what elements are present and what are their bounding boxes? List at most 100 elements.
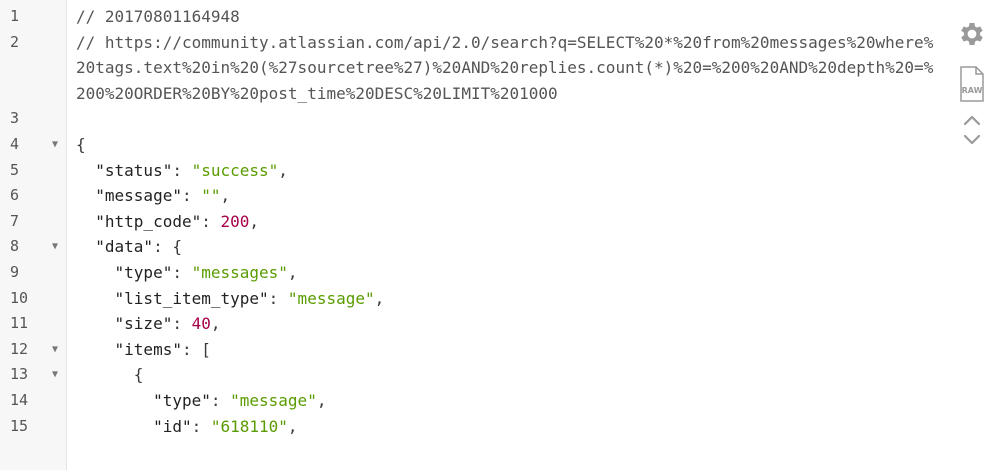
line-content: "status": "success",: [76, 158, 938, 184]
code-line: 15 "id": "618110",: [0, 414, 999, 440]
line-content: "type": "messages",: [76, 260, 938, 286]
code-line: 10 "list_item_type": "message",: [0, 286, 999, 312]
comment-text: // 20170801164948: [76, 7, 240, 26]
json-string: "": [201, 186, 221, 206]
scroll-up-button[interactable]: [957, 110, 987, 130]
json-string: "618110": [210, 416, 288, 436]
chevron-up-icon: [963, 115, 981, 126]
json-key: "list_item_type": [114, 288, 269, 308]
line-number: 8: [10, 237, 20, 256]
code-line: 7 "http_code": 200,: [0, 209, 999, 235]
json-punctuation: :: [172, 262, 192, 282]
line-number: 4: [10, 134, 20, 153]
line-content: {: [76, 362, 938, 388]
line-number: 6: [10, 186, 20, 205]
line-number: 12: [10, 339, 29, 358]
line-content: "data": {: [76, 234, 938, 260]
line-content: "id": "618110",: [76, 414, 938, 440]
json-punctuation: :: [201, 211, 221, 231]
fold-toggle-icon[interactable]: ▼: [48, 362, 62, 388]
line-content: "type": "message",: [76, 388, 938, 414]
line-content: {: [76, 132, 938, 158]
json-punctuation: ,: [374, 288, 385, 308]
line-number: 7: [10, 211, 20, 230]
json-punctuation: [76, 212, 95, 231]
json-key: "data": [95, 237, 154, 257]
json-number: 200: [220, 211, 250, 231]
code-line: 14 "type": "message",: [0, 388, 999, 414]
raw-label: RAW: [962, 86, 983, 95]
json-string: "message": [230, 390, 317, 410]
json-punctuation: [76, 263, 115, 282]
code-line: 6 "message": "",: [0, 183, 999, 209]
json-punctuation: ,: [316, 390, 327, 410]
line-content: "message": "",: [76, 183, 938, 209]
json-key: "type": [114, 262, 173, 282]
json-punctuation: ,: [278, 160, 288, 180]
json-key: "id": [153, 416, 192, 436]
json-punctuation: :: [210, 390, 231, 410]
json-key: "items": [114, 339, 182, 359]
json-string: "message": [287, 288, 375, 308]
json-key: "http_code": [95, 211, 202, 231]
code-area: 1 // 20170801164948 2 // https://community.…: [0, 4, 999, 439]
scroll-down-button[interactable]: [957, 130, 987, 150]
chevron-down-icon: [963, 134, 981, 145]
json-punctuation: [76, 161, 95, 180]
gear-icon: [961, 23, 983, 45]
code-line: 5 "status": "success",: [0, 158, 999, 184]
line-number: 14: [10, 390, 29, 409]
json-string: "success": [191, 160, 279, 180]
json-punctuation: {: [76, 134, 86, 154]
json-punctuation: [76, 237, 95, 256]
code-line: 3: [0, 106, 999, 132]
fold-toggle-icon[interactable]: ▼: [48, 132, 62, 158]
json-punctuation: [76, 391, 153, 410]
line-content: "items": [: [76, 337, 938, 363]
line-number: 2: [10, 32, 20, 51]
json-key: "status": [95, 160, 173, 180]
json-punctuation: :: [172, 160, 192, 180]
json-punctuation: ,: [287, 416, 298, 436]
json-string: "messages": [191, 262, 288, 282]
line-number: 13: [10, 365, 29, 384]
settings-button[interactable]: [957, 18, 987, 50]
json-punctuation: [76, 186, 95, 205]
line-number: 5: [10, 160, 20, 179]
json-key: "message": [95, 186, 182, 206]
comment-text: // https://community.atlassian.com/api/2…: [76, 32, 934, 103]
json-punctuation: ,: [249, 211, 260, 231]
raw-file-icon: RAW: [960, 66, 984, 102]
json-key: "type": [153, 390, 211, 410]
line-content: "size": 40,: [76, 311, 938, 337]
json-punctuation: [76, 417, 153, 436]
viewer-toolbar: RAW: [945, 14, 999, 154]
json-punctuation: ,: [287, 262, 298, 282]
json-number: 40: [191, 314, 211, 334]
code-line: 11 "size": 40,: [0, 311, 999, 337]
json-key: "size": [114, 314, 173, 334]
fold-toggle-icon[interactable]: ▼: [48, 234, 62, 260]
json-punctuation: {: [76, 365, 144, 385]
code-line: 9 "type": "messages",: [0, 260, 999, 286]
raw-button[interactable]: RAW: [957, 64, 987, 104]
line-content: "http_code": 200,: [76, 209, 938, 235]
line-number: 1: [10, 7, 20, 25]
json-punctuation: [76, 314, 115, 333]
code-line: 12 ▼ "items": [: [0, 337, 999, 363]
line-number: 3: [10, 109, 20, 128]
code-line: 8 ▼ "data": {: [0, 234, 999, 260]
line-content: "list_item_type": "message",: [76, 286, 938, 312]
json-punctuation: ,: [220, 186, 231, 206]
json-punctuation: :: [172, 314, 192, 334]
json-punctuation: :: [268, 288, 288, 308]
line-number: 11: [10, 314, 29, 333]
json-punctuation: ,: [210, 314, 221, 334]
json-punctuation: : {: [153, 237, 182, 257]
json-viewer: 1 // 20170801164948 2 // https://community.…: [0, 0, 999, 470]
json-punctuation: : [: [181, 339, 211, 359]
code-line: 4 ▼ {: [0, 132, 999, 158]
json-punctuation: :: [181, 186, 202, 206]
json-punctuation: [76, 340, 115, 359]
fold-toggle-icon[interactable]: ▼: [48, 337, 62, 363]
